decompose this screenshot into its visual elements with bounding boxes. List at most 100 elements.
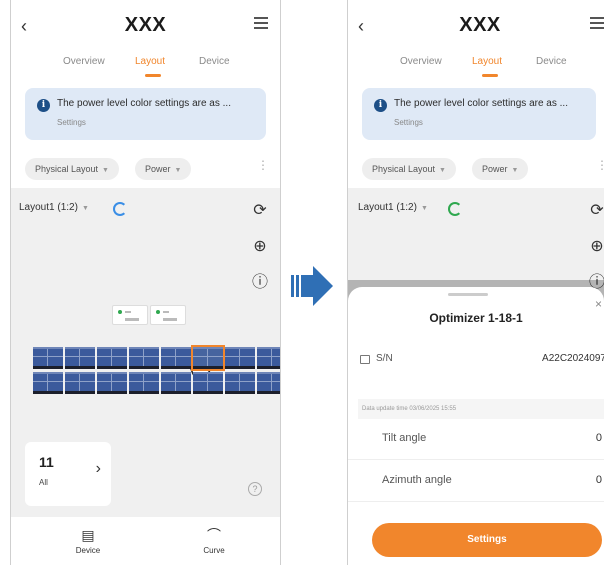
left-screen: ‹ XXX Overview Layout Device i The power… [10, 0, 281, 565]
sync-icon[interactable] [113, 202, 127, 216]
solar-module[interactable] [191, 345, 225, 371]
close-icon[interactable]: × [595, 297, 602, 311]
banner-text: The power level color settings are as ..… [394, 98, 568, 109]
solar-module[interactable] [225, 372, 255, 394]
nav-curve-label: Curve [203, 546, 225, 555]
more-icon[interactable]: ⋮ [596, 159, 604, 171]
layout-select[interactable]: Layout1 (1:2) ▼ [19, 202, 89, 213]
optimizer-sheet: × Optimizer 1-18-1 S/N A22C2024097 Data … [348, 287, 604, 565]
solar-module[interactable] [33, 347, 63, 369]
help-icon[interactable]: ? [248, 482, 262, 496]
header: ‹ XXX [11, 10, 280, 46]
solar-module[interactable] [161, 347, 191, 369]
tab-overview[interactable]: Overview [63, 56, 105, 67]
tilt-angle-value: 0 [595, 432, 602, 444]
metric-filter[interactable]: Power ▼ [472, 158, 529, 180]
chevron-down-icon: ▼ [174, 167, 182, 174]
solar-module[interactable] [97, 347, 127, 369]
tab-device[interactable]: Device [199, 56, 230, 67]
nav-curve[interactable]: ⌒ Curve [189, 527, 239, 555]
sheet-handle[interactable] [448, 293, 488, 296]
metric-filter[interactable]: Power ▼ [135, 158, 192, 180]
transition-arrow-icon [291, 266, 333, 306]
chevron-down-icon: ▼ [511, 167, 519, 174]
device-count: 11 [39, 454, 54, 470]
azimuth-angle-value: 0 [595, 474, 602, 486]
azimuth-angle-row[interactable]: Azimuth angle 0 [348, 462, 604, 502]
metric-filter-label: Power [145, 164, 171, 174]
device-icon: ▤ [81, 527, 95, 543]
solar-module[interactable] [129, 347, 159, 369]
tab-active-indicator [145, 74, 161, 77]
locate-icon[interactable]: ⊕ [249, 236, 271, 258]
serial-number-row: S/N A22C2024097 [360, 353, 604, 375]
tilt-angle-row[interactable]: Tilt angle 0 [348, 420, 604, 460]
chevron-down-icon: ▼ [102, 167, 109, 174]
tab-layout[interactable]: Layout [472, 56, 502, 67]
solar-module[interactable] [97, 372, 127, 394]
solar-module[interactable] [65, 372, 95, 394]
solar-module[interactable] [65, 347, 95, 369]
menu-icon[interactable] [254, 17, 268, 29]
solar-module[interactable] [33, 372, 63, 394]
info-icon: i [374, 99, 387, 112]
copy-icon[interactable] [360, 355, 370, 364]
curve-icon: ⌒ [207, 527, 221, 543]
optimizer-card[interactable] [150, 305, 186, 325]
optimizer-card[interactable] [112, 305, 148, 325]
sheet-title: Optimizer 1-18-1 [429, 311, 523, 325]
bottom-nav: ▤ Device ⌒ Curve [11, 517, 280, 565]
sn-label: S/N [376, 353, 393, 364]
solar-module[interactable] [161, 372, 191, 394]
refresh-icon[interactable]: ⟳ [249, 200, 271, 222]
page-title: XXX [459, 14, 501, 36]
tab-bar: Overview Layout Device [348, 56, 604, 80]
chevron-down-icon: ▼ [81, 205, 89, 212]
tab-device[interactable]: Device [536, 56, 567, 67]
more-icon[interactable]: ⋮ [257, 159, 269, 171]
layout-select-label: Layout1 (1:2) [19, 202, 78, 213]
tab-bar: Overview Layout Device [11, 56, 280, 80]
header: ‹ XXX [348, 10, 604, 46]
locate-icon[interactable]: ⊕ [586, 236, 604, 258]
settings-button[interactable]: Settings [372, 523, 602, 557]
tab-overview[interactable]: Overview [400, 56, 442, 67]
layout-select[interactable]: Layout1 (1:2) ▼ [358, 202, 428, 213]
chevron-down-icon: ▼ [439, 167, 446, 174]
right-screen: ‹ XXX Overview Layout Device i The power… [347, 0, 604, 565]
info-icon: i [37, 99, 50, 112]
menu-icon[interactable] [590, 17, 604, 29]
info-banner: i The power level color settings are as … [362, 88, 596, 140]
nav-device[interactable]: ▤ Device [63, 527, 113, 555]
tab-active-indicator [482, 74, 498, 77]
layout-select-label: Layout1 (1:2) [358, 202, 417, 213]
banner-settings-link[interactable]: Settings [57, 118, 86, 127]
sn-value: A22C2024097 [542, 353, 604, 364]
compass-icon[interactable]: ⓘ [249, 272, 271, 294]
banner-text: The power level color settings are as ..… [57, 98, 231, 109]
page-title: XXX [124, 14, 167, 36]
view-filter-label: Physical Layout [35, 164, 99, 174]
filter-bar: Physical Layout▼ Power▼ ⋮ [11, 158, 280, 182]
refresh-icon[interactable]: ⟳ [586, 200, 604, 222]
nav-device-label: Device [75, 546, 101, 555]
device-count-card[interactable]: 11 All › [25, 442, 111, 506]
solar-module[interactable] [257, 347, 280, 369]
solar-module[interactable] [257, 372, 280, 394]
solar-module[interactable] [225, 347, 255, 369]
view-filter-label: Physical Layout [372, 164, 436, 174]
chevron-down-icon: ▼ [420, 205, 428, 212]
tab-layout[interactable]: Layout [135, 56, 165, 67]
view-filter[interactable]: Physical Layout ▼ [25, 158, 119, 180]
azimuth-angle-label: Azimuth angle [382, 474, 452, 486]
chevron-right-icon: › [95, 460, 101, 477]
banner-settings-link[interactable]: Settings [394, 118, 423, 127]
info-banner: i The power level color settings are as … [25, 88, 266, 140]
sync-icon[interactable] [448, 202, 462, 216]
solar-module[interactable] [193, 372, 223, 394]
device-count-label: All [39, 478, 48, 487]
metric-filter-label: Power [482, 164, 508, 174]
tilt-angle-label: Tilt angle [382, 432, 427, 444]
solar-module[interactable] [129, 372, 159, 394]
view-filter[interactable]: Physical Layout ▼ [362, 158, 456, 180]
